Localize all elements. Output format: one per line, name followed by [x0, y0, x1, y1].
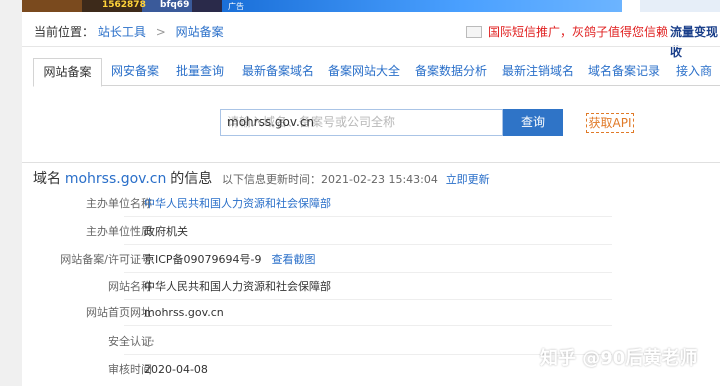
update-time: 以下信息更新时间：2021-02-23 15:43:04	[222, 173, 438, 186]
sponsor-name-link[interactable]: 中华人民共和国人力资源和社会保障部	[144, 190, 331, 217]
row-label: 网站首页网址	[86, 306, 152, 319]
row-value-container: 京ICP备09079694号-9 查看截图	[144, 246, 316, 273]
info-row-sponsor: 主办单位名称 中华人民共和国人力资源和社会保障部	[22, 190, 612, 217]
ad-banner-4[interactable]	[192, 0, 222, 12]
ad-banner-6[interactable]	[640, 0, 720, 12]
info-prefix: 域名	[33, 171, 61, 187]
section-divider	[22, 162, 720, 163]
tab-public-security[interactable]: 网安备案	[105, 58, 165, 86]
search-input[interactable]: 请输入域名、备案号或公司全称 mohrss.gov.cn	[220, 109, 503, 136]
row-value: 中华人民共和国人力资源和社会保障部	[144, 280, 331, 293]
info-row-site-name: 网站名称 中华人民共和国人力资源和社会保障部	[22, 273, 612, 300]
row-label: 网站备案/许可证号	[60, 253, 152, 266]
search-button[interactable]: 查询	[503, 109, 563, 136]
promo-link-right[interactable]: 流量变现收	[670, 22, 720, 59]
left-gutter	[0, 0, 22, 386]
ad-icon	[466, 26, 482, 38]
tab-data-analysis[interactable]: 备案数据分析	[410, 58, 492, 86]
view-screenshot-link[interactable]: 查看截图	[272, 253, 316, 266]
get-api-button[interactable]: 获取API	[586, 113, 634, 133]
promo-link[interactable]: 国际短信推广，灰鸽子值得您信赖	[488, 22, 668, 42]
info-domain: mohrss.gov.cn	[64, 171, 167, 187]
info-row-review-time: 审核时间 2020-04-08	[22, 356, 612, 383]
row-divider	[124, 354, 612, 355]
tab-batch-query[interactable]: 批量查询	[170, 58, 230, 86]
ad-text-2: bfq69	[160, 0, 190, 10]
breadcrumb: 当前位置： 站长工具 > 网站备案	[34, 22, 224, 42]
info-row-security: 安全认证	[22, 328, 612, 355]
breadcrumb-separator: >	[155, 25, 166, 39]
search-value: mohrss.gov.cn	[227, 115, 315, 129]
row-label: 安全认证	[108, 335, 152, 348]
watermark: 知乎 @90后黄老师	[540, 348, 698, 369]
tab-domain-records[interactable]: 域名备案记录	[583, 58, 665, 86]
row-value: 政府机关	[144, 225, 188, 238]
page: 1562878 bfq69 广告 当前位置： 站长工具 > 网站备案 国际短信推…	[0, 0, 720, 386]
ad-text-1: 1562878	[102, 0, 146, 10]
row-label: 主办单位性质	[86, 225, 152, 238]
row-label: 主办单位名称	[86, 197, 152, 210]
ad-banner-1[interactable]	[22, 0, 82, 12]
row-value: mohrss.gov.cn	[144, 306, 224, 319]
license-number: 京ICP备09079694号-9	[144, 253, 262, 266]
row-label: 审核时间	[108, 363, 152, 376]
tab-latest-domains[interactable]: 最新备案域名	[237, 58, 319, 86]
breadcrumb-item-icp[interactable]: 网站备案	[176, 25, 224, 39]
tab-icp[interactable]: 网站备案	[33, 58, 102, 87]
info-row-homepage: 网站首页网址 mohrss.gov.cn	[22, 299, 612, 326]
info-row-sponsor-type: 主办单位性质 政府机关	[22, 218, 612, 245]
info-suffix: 的信息	[170, 171, 213, 187]
divider	[22, 46, 720, 47]
tab-bar: 网站备案 网安备案 批量查询 最新备案域名 备案网站大全 备案数据分析 最新注销…	[33, 58, 720, 87]
info-header: 域名 mohrss.gov.cn 的信息 以下信息更新时间：2021-02-23…	[33, 170, 490, 188]
refresh-link[interactable]: 立即更新	[446, 173, 490, 186]
tab-cancelled-domains[interactable]: 最新注销域名	[497, 58, 579, 86]
tab-access-provider[interactable]: 接入商	[671, 58, 717, 86]
row-divider	[124, 325, 612, 326]
breadcrumb-item-webmaster-tools[interactable]: 站长工具	[98, 25, 146, 39]
tab-site-directory[interactable]: 备案网站大全	[323, 58, 405, 86]
ad-tag: 广告	[228, 2, 244, 11]
row-divider	[124, 216, 612, 217]
row-divider	[124, 244, 612, 245]
row-value	[144, 328, 154, 355]
breadcrumb-prefix: 当前位置：	[34, 25, 95, 39]
row-value: 2020-04-08	[144, 363, 208, 376]
row-label: 网站名称	[108, 280, 152, 293]
info-row-license: 网站备案/许可证号 京ICP备09079694号-9 查看截图	[22, 246, 612, 273]
ad-banner-5[interactable]	[222, 0, 622, 12]
loading-spinner-icon	[144, 337, 154, 347]
